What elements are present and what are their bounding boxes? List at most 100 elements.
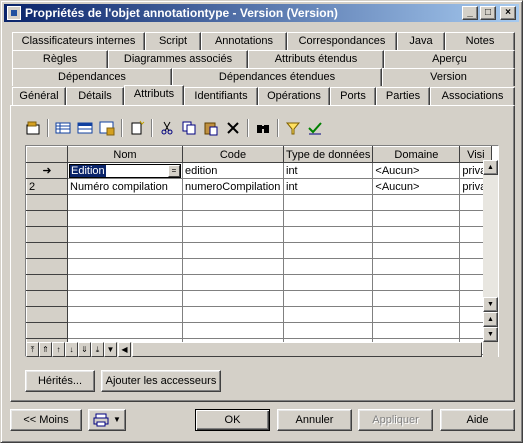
row-header[interactable] xyxy=(26,290,68,307)
tab-details[interactable]: Détails xyxy=(66,87,124,105)
tab-dependances[interactable]: Dépendances xyxy=(12,68,172,86)
empty-cell[interactable] xyxy=(182,210,284,227)
cell-domaine[interactable]: <Aucun> xyxy=(372,178,461,195)
empty-cell[interactable] xyxy=(372,210,461,227)
ok-button[interactable]: OK xyxy=(195,409,270,431)
scroll-up-button[interactable]: ▲ xyxy=(483,160,498,175)
scroll-down-button-2[interactable]: ▼ xyxy=(483,327,498,342)
empty-cell[interactable] xyxy=(372,306,461,323)
ajouter-accesseurs-button[interactable]: Ajouter les accesseurs xyxy=(101,370,221,392)
filter-icon[interactable] xyxy=(282,118,304,138)
table-row-empty[interactable] xyxy=(26,290,493,307)
empty-cell[interactable] xyxy=(67,306,183,323)
empty-cell[interactable] xyxy=(182,242,284,259)
tab-ports[interactable]: Ports xyxy=(330,87,376,105)
empty-cell[interactable] xyxy=(283,226,374,243)
move-down-icon[interactable]: ↓ xyxy=(65,342,78,357)
cell-nom[interactable]: Numéro compilation xyxy=(67,178,183,195)
column-header-nom[interactable]: Nom xyxy=(67,146,183,163)
empty-cell[interactable] xyxy=(67,258,183,275)
add-rows-icon[interactable] xyxy=(96,118,118,138)
moins-button[interactable]: << Moins xyxy=(10,409,82,431)
scroll-down-button[interactable]: ▼ xyxy=(483,297,498,312)
empty-cell[interactable] xyxy=(67,194,183,211)
empty-cell[interactable] xyxy=(372,290,461,307)
empty-cell[interactable] xyxy=(283,210,374,227)
tab-attributs[interactable]: Attributs xyxy=(124,85,184,105)
empty-cell[interactable] xyxy=(67,226,183,243)
vertical-scrollbar[interactable]: ▲ ▼ ▲ ▼ xyxy=(483,160,498,342)
scroll-left-button[interactable]: ◀ xyxy=(118,342,131,357)
tab-correspondances[interactable]: Correspondances xyxy=(287,32,397,50)
empty-cell[interactable] xyxy=(182,226,284,243)
table-row-empty[interactable] xyxy=(26,322,493,339)
empty-cell[interactable] xyxy=(182,306,284,323)
empty-cell[interactable] xyxy=(182,290,284,307)
check-icon[interactable] xyxy=(304,118,326,138)
minimize-button[interactable]: _ xyxy=(462,6,478,20)
add-row-icon[interactable] xyxy=(52,118,74,138)
column-header-domaine[interactable]: Domaine xyxy=(372,146,461,163)
ellipsis-button[interactable]: = xyxy=(168,164,180,177)
tab-associations[interactable]: Associations xyxy=(430,87,515,105)
empty-cell[interactable] xyxy=(372,194,461,211)
cell-code[interactable]: edition xyxy=(182,162,284,179)
title-bar[interactable]: Propriétés de l'objet annotationtype - V… xyxy=(4,4,519,22)
maximize-button[interactable]: □ xyxy=(480,6,496,20)
print-button[interactable]: ▼ xyxy=(88,409,126,431)
row-marker[interactable]: ➜ xyxy=(26,162,68,179)
insert-row-icon[interactable] xyxy=(74,118,96,138)
empty-cell[interactable] xyxy=(283,306,374,323)
tab-identifiants[interactable]: Identifiants xyxy=(184,87,258,105)
empty-cell[interactable] xyxy=(182,274,284,291)
copy-icon[interactable] xyxy=(178,118,200,138)
empty-cell[interactable] xyxy=(67,290,183,307)
row-header[interactable] xyxy=(26,194,68,211)
tab-dependances-etendues[interactable]: Dépendances étendues xyxy=(172,68,382,86)
tab-operations[interactable]: Opérations xyxy=(258,87,330,105)
column-header-type[interactable]: Type de données xyxy=(282,146,374,163)
cell-type[interactable]: int xyxy=(283,162,374,179)
table-row-empty[interactable] xyxy=(26,210,493,227)
empty-cell[interactable] xyxy=(182,258,284,275)
herites-button[interactable]: Hérités... xyxy=(25,370,95,392)
table-row[interactable]: 2 Numéro compilation numeroCompilation i… xyxy=(26,178,493,195)
row-header[interactable] xyxy=(26,226,68,243)
empty-cell[interactable] xyxy=(283,274,374,291)
cell-code[interactable]: numeroCompilation xyxy=(182,178,284,195)
paste-icon[interactable] xyxy=(200,118,222,138)
row-header[interactable] xyxy=(26,274,68,291)
aide-button[interactable]: Aide xyxy=(440,409,515,431)
horizontal-scrollbar[interactable]: ⤒ ⇑ ↑ ↓ ⇓ ⤓ ▼ ◀ xyxy=(26,342,482,357)
empty-cell[interactable] xyxy=(182,322,284,339)
scroll-thumb[interactable] xyxy=(132,342,482,357)
scroll-up-button-2[interactable]: ▲ xyxy=(483,312,498,327)
tab-classificateurs-internes[interactable]: Classificateurs internes xyxy=(12,32,145,50)
row-number[interactable]: 2 xyxy=(26,178,68,195)
empty-cell[interactable] xyxy=(372,242,461,259)
table-row-empty[interactable] xyxy=(26,306,493,323)
delete-icon[interactable] xyxy=(222,118,244,138)
attributes-grid[interactable]: Nom Code Type de données Domaine Visi ➜ … xyxy=(25,145,499,357)
table-row[interactable]: ➜ Edition = edition int <Aucun> privat xyxy=(26,162,493,179)
move-bottom-icon[interactable]: ⤓ xyxy=(91,342,104,357)
empty-cell[interactable] xyxy=(283,290,374,307)
move-up-page-icon[interactable]: ⇑ xyxy=(39,342,52,357)
empty-cell[interactable] xyxy=(372,226,461,243)
cell-domaine[interactable]: <Aucun> xyxy=(372,162,461,179)
table-row-empty[interactable] xyxy=(26,194,493,211)
table-row-empty[interactable] xyxy=(26,274,493,291)
row-header[interactable] xyxy=(26,322,68,339)
empty-cell[interactable] xyxy=(372,258,461,275)
move-top-icon[interactable]: ⤒ xyxy=(26,342,39,357)
tab-annotations[interactable]: Annotations xyxy=(201,32,287,50)
move-up-icon[interactable]: ↑ xyxy=(52,342,65,357)
new-icon[interactable] xyxy=(126,118,148,138)
tab-java[interactable]: Java xyxy=(397,32,445,50)
cell-nom-value[interactable]: Edition xyxy=(70,164,106,177)
cut-icon[interactable] xyxy=(156,118,178,138)
tab-general[interactable]: Général xyxy=(12,87,66,105)
annuler-button[interactable]: Annuler xyxy=(277,409,352,431)
empty-cell[interactable] xyxy=(283,194,374,211)
tab-regles[interactable]: Règles xyxy=(12,50,108,68)
